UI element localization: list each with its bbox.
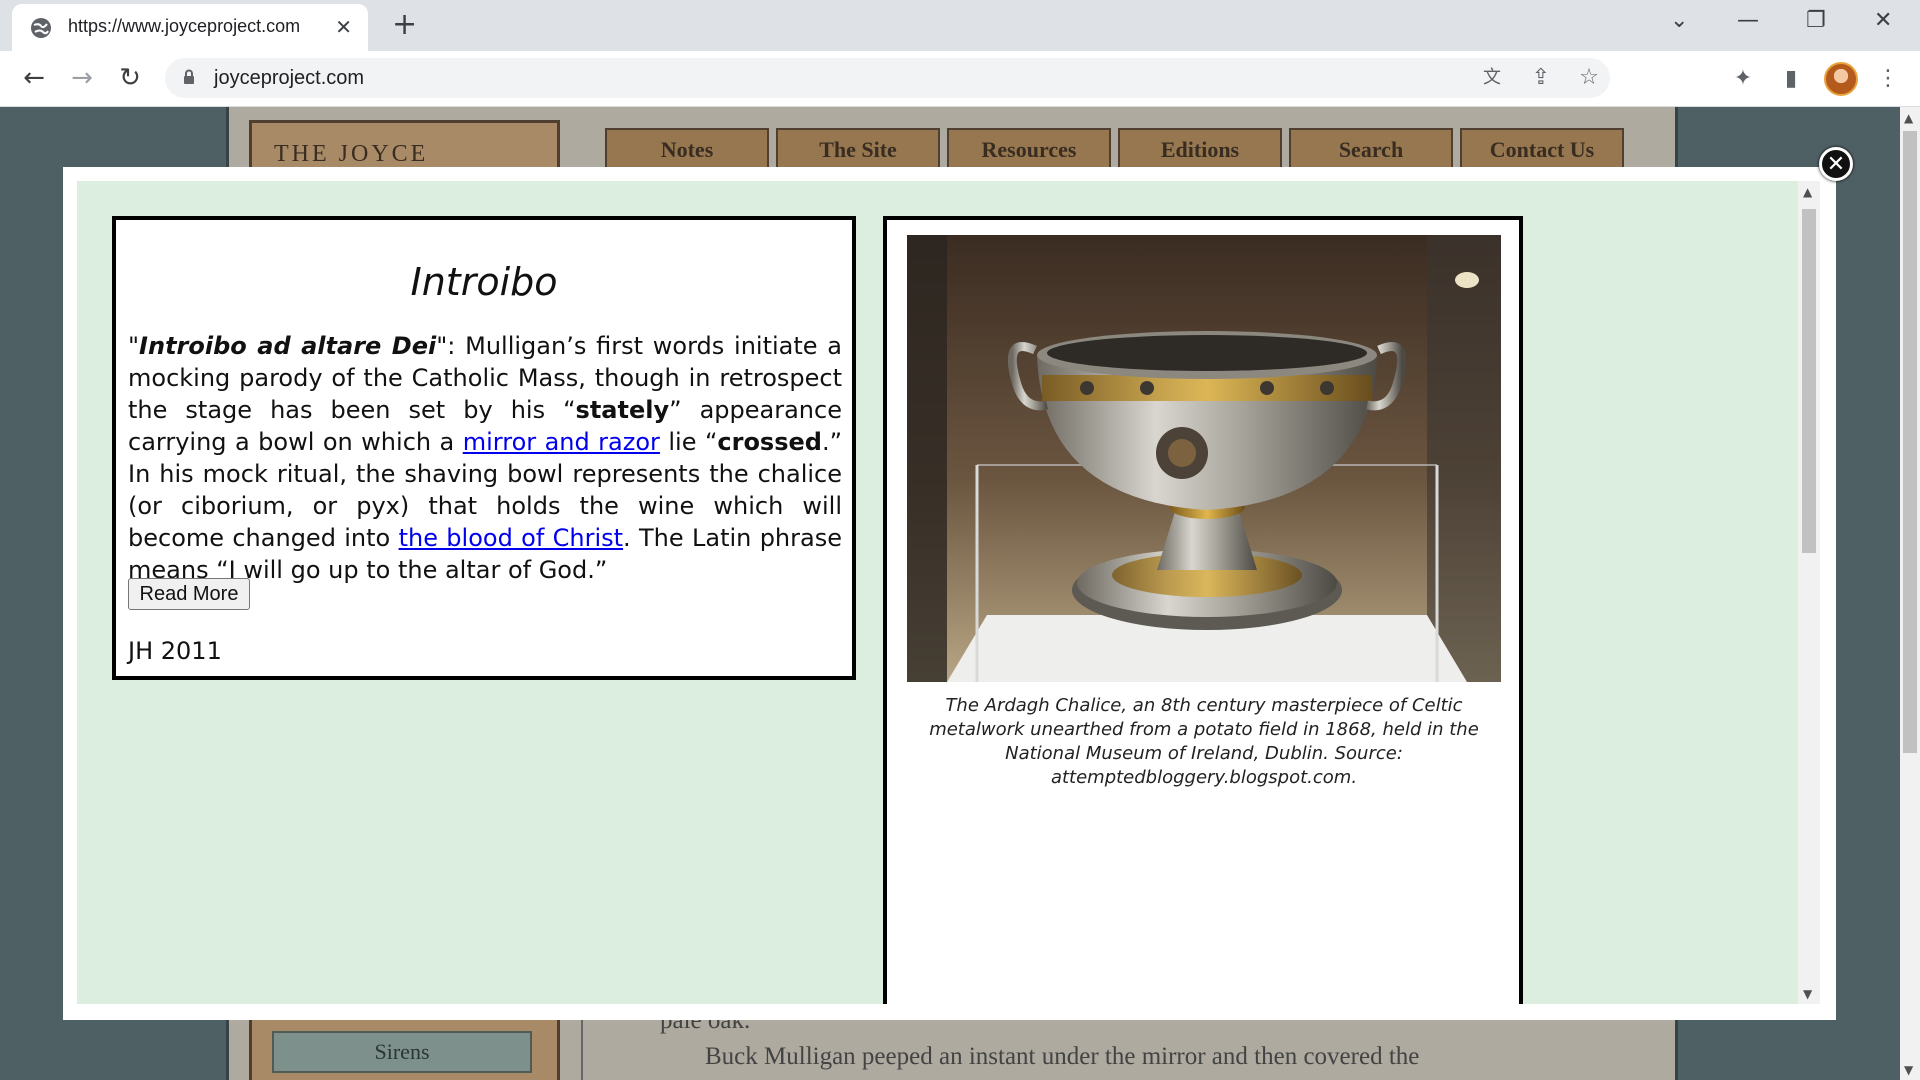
note-byline: JH 2011 [128, 637, 222, 665]
scroll-up-arrow-icon[interactable]: ▲ [1803, 185, 1812, 199]
page-scrollbar[interactable]: ▲ ▼ [1900, 107, 1920, 1080]
link-mirror-and-razor[interactable]: mirror and razor [463, 428, 660, 456]
latin-phrase: Introibo ad altare Dei [139, 332, 437, 360]
page-scrollbar-thumb[interactable] [1903, 131, 1917, 753]
link-blood-of-christ[interactable]: the blood of Christ [399, 524, 623, 552]
side-panel-icon[interactable]: ▮ [1777, 65, 1805, 93]
reload-icon[interactable]: ↻ [114, 63, 146, 95]
note-title: Introibo [410, 260, 558, 304]
scroll-down-arrow-icon[interactable]: ▼ [1803, 987, 1812, 1001]
chalice-illustration [907, 235, 1501, 682]
quote-mark: " [436, 332, 448, 360]
window-close-icon[interactable]: ✕ [1874, 8, 1892, 34]
tab-search-icon[interactable]: ⌄ [1670, 8, 1688, 34]
note-card: Introibo "Introibo ad altare Dei": Mulli… [112, 216, 856, 680]
globe-icon [31, 18, 51, 38]
read-more-button[interactable]: Read More [128, 578, 250, 610]
forward-icon[interactable]: → [66, 63, 98, 95]
image-card: The Ardagh Chalice, an 8th century maste… [883, 216, 1523, 1004]
modal-scrollbar[interactable]: ▲ ▼ [1798, 181, 1820, 1004]
bookmark-star-icon[interactable]: ☆ [1575, 64, 1603, 92]
new-tab-button[interactable]: + [392, 10, 417, 40]
minimize-icon[interactable]: — [1737, 8, 1759, 34]
browser-toolbar: ← → ↻ joyceproject.com ☆ ⇪ 文 ✦ ▮ ⋮ [0, 51, 1920, 107]
url-text[interactable]: joyceproject.com [214, 67, 364, 90]
extensions-icon[interactable]: ✦ [1729, 65, 1757, 93]
quote-mark: " [128, 332, 140, 360]
modal-close-icon[interactable]: ✕ [1819, 147, 1853, 181]
note-modal: Introibo "Introibo ad altare Dei": Mulli… [63, 167, 1836, 1020]
restore-icon[interactable]: ❐ [1806, 8, 1826, 34]
note-body: "Introibo ad altare Dei": Mulligan’s fir… [128, 330, 842, 586]
address-bar[interactable]: joyceproject.com ☆ ⇪ 文 [165, 58, 1610, 98]
note-text: lie “ [659, 428, 718, 456]
scroll-up-arrow-icon[interactable]: ▲ [1904, 111, 1913, 125]
translate-icon[interactable]: 文 [1478, 64, 1506, 92]
browser-tab[interactable]: https://www.joyceproject.com ✕ [12, 4, 368, 51]
menu-icon[interactable]: ⋮ [1874, 65, 1902, 93]
tab-close-icon[interactable]: ✕ [335, 16, 352, 38]
tab-title: https://www.joyceproject.com [68, 16, 301, 36]
ardagh-chalice-photo [907, 235, 1501, 682]
scroll-down-arrow-icon[interactable]: ▼ [1904, 1063, 1913, 1077]
profile-avatar[interactable] [1824, 62, 1858, 96]
lock-icon [184, 69, 194, 84]
keyword-stately: stately [575, 396, 670, 424]
back-icon[interactable]: ← [18, 63, 50, 95]
share-icon[interactable]: ⇪ [1527, 64, 1555, 92]
keyword-crossed: crossed [717, 428, 822, 456]
modal-scrollbar-thumb[interactable] [1802, 209, 1816, 553]
image-caption: The Ardagh Chalice, an 8th century maste… [929, 695, 1479, 788]
modal-content: Introibo "Introibo ad altare Dei": Mulli… [77, 181, 1807, 1004]
tab-strip: https://www.joyceproject.com ✕ + ⌄ — ❐ ✕ [0, 0, 1920, 51]
